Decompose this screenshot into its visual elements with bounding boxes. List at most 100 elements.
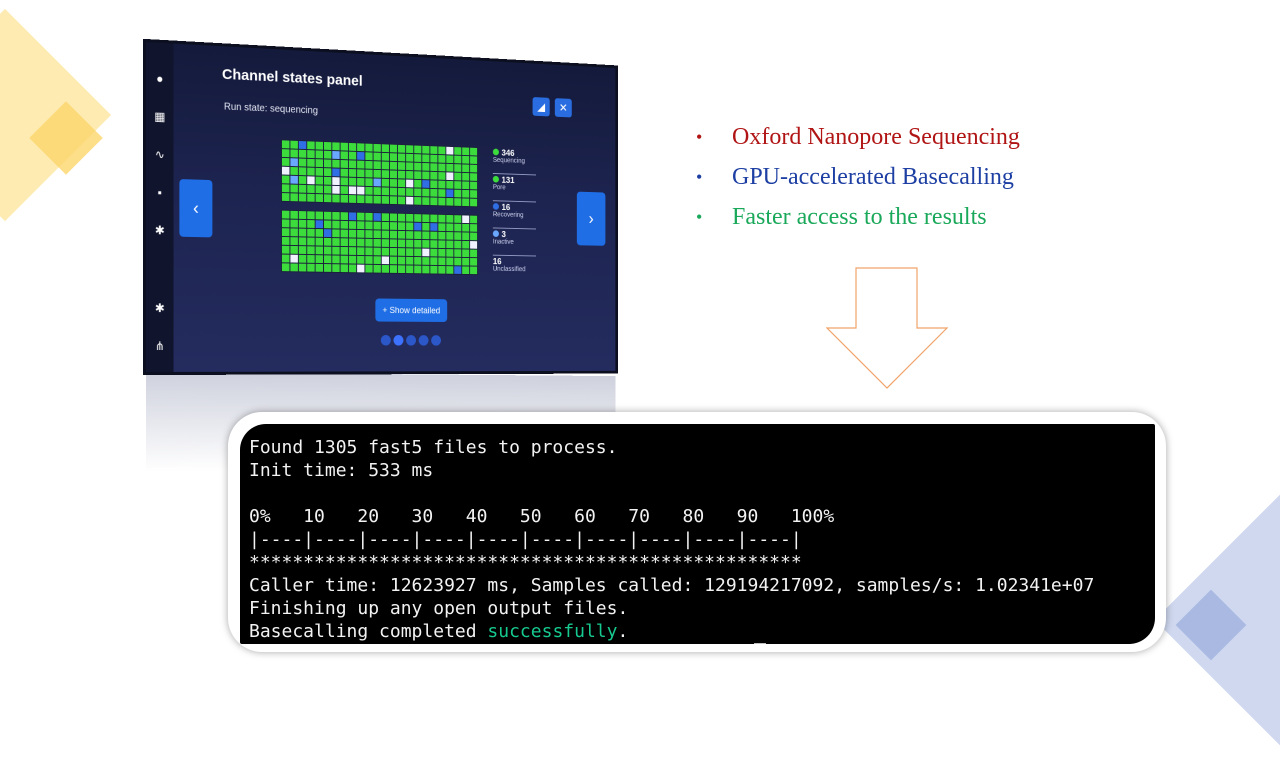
channel-cell: [422, 214, 430, 223]
channel-cell: [422, 162, 430, 171]
record-icon[interactable]: ●: [152, 70, 168, 87]
channel-cell: [398, 248, 406, 256]
run-state: Run state: sequencing: [223, 101, 318, 117]
terminal-line: |----|----|----|----|----|----|----|----…: [249, 529, 802, 550]
channel-cell: [290, 140, 298, 149]
channel-cell: [406, 256, 414, 265]
terminal-line: Found 1305 fast5 files to process.: [249, 437, 618, 458]
channel-cell: [281, 245, 290, 254]
channel-cell: [298, 263, 307, 272]
pager-dot[interactable]: [393, 335, 404, 346]
show-detailed-button[interactable]: + Show detailed: [375, 298, 448, 322]
channel-cell: [446, 223, 454, 232]
channel-cell: [298, 167, 307, 176]
channel-cell: [281, 149, 290, 158]
pager-dot[interactable]: [431, 335, 441, 346]
bullet-item: • Faster access to the results: [692, 200, 1020, 240]
channel-cell: [381, 230, 389, 239]
channel-cell: [373, 161, 381, 170]
channel-cell: [389, 179, 398, 187]
channel-cell: [332, 151, 340, 160]
grid-icon[interactable]: ▦: [152, 108, 168, 125]
channel-cell: [381, 213, 389, 222]
channel-cell: [281, 219, 290, 228]
channel-cell: [357, 212, 365, 221]
channel-cell: [381, 144, 389, 153]
channel-cell: [438, 248, 446, 257]
channel-cell: [332, 185, 340, 194]
channel-cell: [298, 228, 307, 237]
side-rail: ● ▦ ∿ ▪ ✱ ✱ ⋔: [146, 42, 174, 372]
channel-cell: [373, 178, 381, 187]
channel-cell: [373, 213, 381, 221]
channel-cell: [430, 180, 438, 189]
channel-cell: [298, 140, 307, 150]
channel-cell: [446, 172, 454, 181]
channel-cell: [332, 246, 340, 255]
channel-cell: [357, 195, 365, 204]
channel-cell: [414, 248, 422, 257]
channel-cell: [470, 164, 478, 173]
channel-cell: [414, 196, 422, 205]
bullet-item: • GPU-accelerated Basecalling: [692, 160, 1020, 200]
settings-icon[interactable]: ✱: [152, 300, 168, 316]
chat-icon[interactable]: ▪: [152, 184, 168, 200]
activity-icon[interactable]: ∿: [152, 146, 168, 163]
channel-cell: [398, 239, 406, 248]
channel-cell: [470, 147, 478, 156]
terminal-line: ****************************************…: [249, 552, 802, 573]
channel-cell: [422, 188, 430, 197]
channel-cell: [298, 184, 307, 193]
channel-cell: [290, 158, 298, 167]
pager-dot[interactable]: [380, 334, 391, 346]
channel-cell: [438, 189, 446, 197]
pager-dot[interactable]: [418, 335, 429, 346]
channel-cell: [446, 197, 454, 206]
channel-cell: [406, 179, 414, 188]
channel-cell: [357, 229, 365, 238]
carousel-pager: [380, 333, 444, 350]
channel-cell: [470, 258, 478, 266]
channel-cell: [398, 230, 406, 239]
channel-cell: [332, 220, 340, 229]
channel-cell: [340, 194, 348, 203]
channel-cell: [281, 166, 290, 175]
channel-cell: [340, 220, 348, 229]
channel-cell: [430, 265, 438, 274]
gear-icon[interactable]: ✱: [152, 222, 168, 238]
channel-cell: [462, 181, 470, 190]
channel-cell: [389, 239, 398, 248]
network-icon[interactable]: ⋔: [152, 338, 168, 354]
close-button[interactable]: ✕: [554, 98, 572, 118]
channel-cell: [438, 265, 446, 274]
channel-cell: [406, 231, 414, 239]
channel-cell: [381, 265, 389, 273]
channel-cell: [307, 211, 315, 220]
channel-cell: [446, 214, 454, 223]
channel-cell: [462, 155, 470, 164]
channel-cell: [438, 154, 446, 163]
channel-cell: [422, 154, 430, 163]
channel-cell: [454, 172, 462, 181]
channel-cell: [348, 238, 357, 247]
channel-cell: [307, 246, 315, 255]
next-button[interactable]: ›: [576, 191, 606, 246]
pager-dot[interactable]: [406, 335, 416, 346]
channel-cell: [454, 240, 462, 249]
channel-cell: [290, 149, 298, 158]
status-dot-icon: [492, 203, 499, 210]
channel-cell: [430, 214, 438, 223]
channel-cell: [398, 162, 406, 170]
channel-cell: [462, 189, 470, 198]
channel-cell: [298, 211, 307, 220]
channel-cell: [430, 188, 438, 197]
pin-button[interactable]: ◢: [532, 97, 550, 117]
channel-cell: [281, 157, 290, 166]
channel-cell: [414, 265, 422, 274]
channel-cell: [348, 160, 357, 169]
prev-button[interactable]: ‹: [179, 179, 213, 238]
channel-cell: [438, 223, 446, 232]
channel-cell: [462, 147, 470, 156]
channel-cell: [422, 248, 430, 257]
channel-cell: [307, 185, 315, 194]
